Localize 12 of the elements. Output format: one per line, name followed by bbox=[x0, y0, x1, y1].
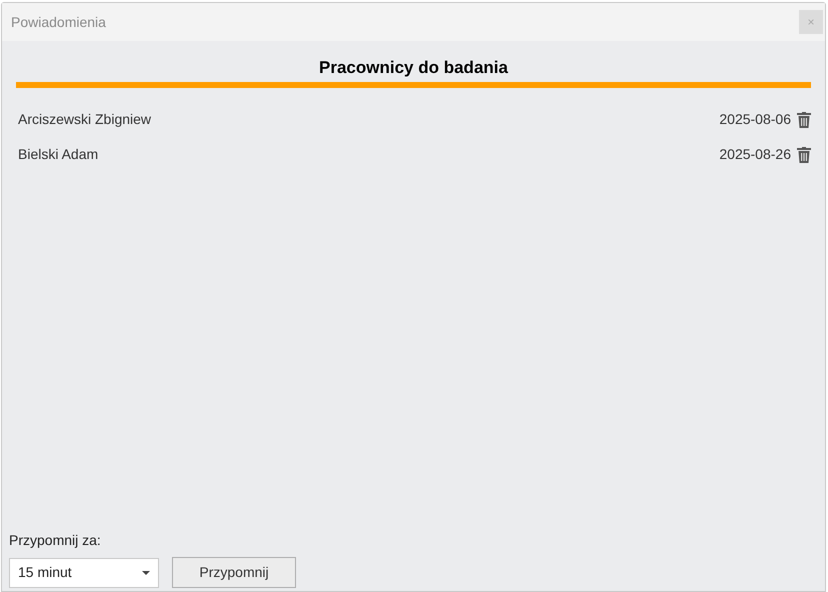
window-title: Powiadomienia bbox=[11, 12, 106, 32]
exam-date: 2025-08-06 bbox=[719, 110, 791, 129]
caret-icon bbox=[142, 570, 150, 574]
trash-icon[interactable] bbox=[797, 146, 811, 162]
employee-name: Bielski Adam bbox=[18, 145, 100, 164]
trash-icon[interactable] bbox=[797, 112, 811, 128]
section-heading: Pracownicy do badania bbox=[318, 58, 509, 78]
remind-button[interactable]: Przypomnij bbox=[172, 557, 296, 588]
remind-label: Przypomnij za: bbox=[9, 531, 102, 550]
employee-name: Arciszewski Zbigniew bbox=[18, 110, 152, 129]
exam-date: 2025-08-26 bbox=[719, 145, 791, 164]
interval-dropdown[interactable]: 15 minut bbox=[9, 558, 159, 588]
